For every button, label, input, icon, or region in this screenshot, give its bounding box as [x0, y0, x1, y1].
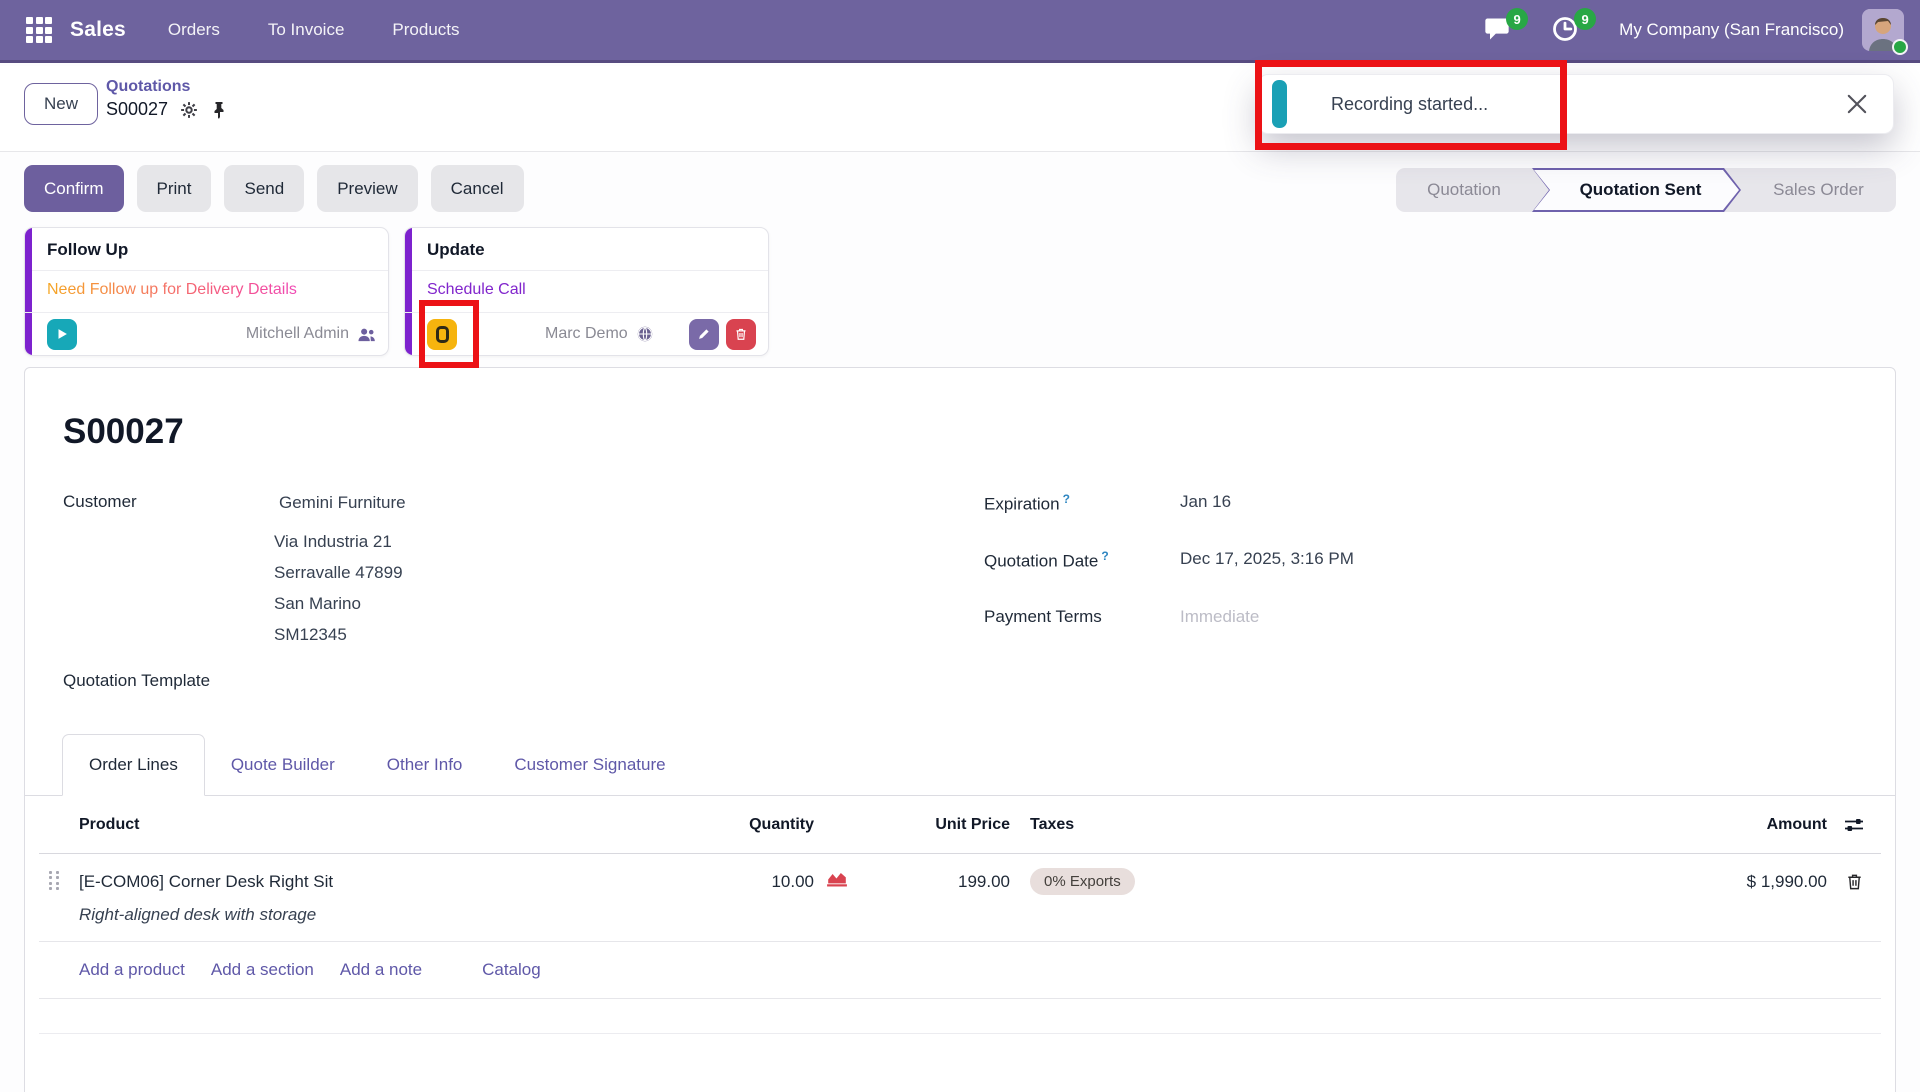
schedule-call-link[interactable]: Schedule Call: [427, 281, 768, 299]
unit-price-cell[interactable]: 199.00: [870, 872, 1010, 892]
record-button[interactable]: [427, 319, 457, 350]
toast-close-icon[interactable]: [1843, 90, 1871, 118]
activity-summary[interactable]: Need Follow up for Delivery Details: [47, 281, 388, 299]
pencil-icon: [697, 327, 711, 341]
pin-icon[interactable]: [210, 101, 228, 119]
tax-badge[interactable]: 0% Exports: [1030, 868, 1135, 895]
form-sheet: S00027 Customer Gemini Furniture Via Ind…: [24, 367, 1896, 1092]
send-button[interactable]: Send: [224, 165, 304, 212]
order-lines-table: Product Quantity Unit Price Taxes Amount: [25, 796, 1895, 1034]
quotation-date-label: Quotation Date?: [984, 549, 1180, 572]
status-step-sales-order[interactable]: Sales Order: [1741, 180, 1896, 200]
mark-done-button[interactable]: [47, 319, 77, 350]
nav-item-orders[interactable]: Orders: [168, 20, 220, 40]
add-a-note-link[interactable]: Add a note: [340, 960, 422, 980]
delete-line-icon[interactable]: [1827, 872, 1881, 891]
table-footer-links: Add a product Add a section Add a note C…: [39, 942, 1881, 999]
messages-badge: 9: [1506, 8, 1528, 30]
breadcrumb-quotations-link[interactable]: Quotations: [106, 78, 228, 96]
gear-icon[interactable]: [180, 101, 198, 119]
quotation-date-field[interactable]: Dec 17, 2025, 3:16 PM: [1180, 549, 1354, 572]
app-name[interactable]: Sales: [70, 18, 126, 42]
product-cell[interactable]: [E-COM06] Corner Desk Right Sit: [79, 872, 704, 892]
trash-icon: [734, 327, 748, 341]
activity-title: Update: [427, 240, 768, 260]
help-icon[interactable]: ?: [1063, 492, 1070, 506]
status-step-quotation[interactable]: Quotation: [1396, 180, 1532, 200]
toast-accent-bar: [1272, 80, 1287, 128]
edit-activity-button[interactable]: [689, 319, 719, 350]
screen: Sales Orders To Invoice Products 9 9 My …: [0, 0, 1920, 1092]
globe-icon: [636, 325, 654, 343]
column-unit-price: Unit Price: [870, 816, 1010, 834]
activity-card-follow-up: Follow Up Need Follow up for Delivery De…: [24, 227, 389, 356]
expiration-label: Expiration?: [984, 492, 1180, 515]
breadcrumb-current: S00027: [106, 99, 168, 120]
print-button[interactable]: Print: [137, 165, 212, 212]
activities-icon[interactable]: 9: [1551, 15, 1581, 45]
nav-item-to-invoice[interactable]: To Invoice: [268, 20, 345, 40]
payment-terms-label: Payment Terms: [984, 607, 1180, 627]
delete-activity-button[interactable]: [726, 319, 756, 350]
record-icon: [436, 326, 449, 343]
activities-badge: 9: [1574, 8, 1596, 30]
optional-columns-icon[interactable]: [1827, 817, 1881, 833]
expiration-field[interactable]: Jan 16: [1180, 492, 1231, 515]
empty-row: [39, 999, 1881, 1034]
online-status-dot: [1892, 39, 1908, 55]
play-icon: [55, 327, 69, 341]
company-switcher[interactable]: My Company (San Francisco): [1619, 20, 1844, 40]
preview-button[interactable]: Preview: [317, 165, 417, 212]
customer-name-field[interactable]: Gemini Furniture: [279, 493, 406, 513]
tab-quote-builder[interactable]: Quote Builder: [205, 734, 361, 795]
nav-item-products[interactable]: Products: [392, 20, 459, 40]
column-taxes: Taxes: [1010, 816, 1410, 834]
order-line-row: [E-COM06] Corner Desk Right Sit 10.00 19…: [39, 854, 1881, 895]
user-avatar[interactable]: [1862, 9, 1904, 51]
notebook-tabs: Order Lines Quote Builder Other Info Cus…: [25, 734, 1895, 796]
amount-cell: $ 1,990.00: [1747, 872, 1827, 892]
customer-label: Customer: [63, 492, 137, 512]
quotation-template-label: Quotation Template: [63, 671, 210, 691]
statusbar: Quotation Quotation Sent Sales Order: [1396, 168, 1896, 212]
help-icon[interactable]: ?: [1101, 549, 1108, 563]
activity-card-update: Update Schedule Call Marc Demo: [404, 227, 769, 356]
tab-customer-signature[interactable]: Customer Signature: [488, 734, 691, 795]
column-product: Product: [79, 816, 704, 834]
drag-handle[interactable]: [49, 871, 63, 893]
quantity-cell[interactable]: 10.00: [704, 872, 814, 892]
messages-icon[interactable]: 9: [1483, 15, 1513, 45]
activity-title: Follow Up: [47, 240, 388, 260]
order-reference: S00027: [63, 412, 184, 452]
cancel-button[interactable]: Cancel: [431, 165, 524, 212]
apps-menu-icon[interactable]: [26, 17, 52, 43]
column-quantity: Quantity: [704, 816, 814, 834]
breadcrumb: Quotations S00027: [106, 78, 228, 120]
assignee-name: Mitchell Admin: [246, 325, 349, 343]
top-navbar: Sales Orders To Invoice Products 9 9 My …: [0, 0, 1920, 63]
catalog-link[interactable]: Catalog: [482, 960, 541, 980]
status-step-quotation-sent[interactable]: Quotation Sent: [1532, 168, 1741, 212]
action-buttons: Confirm Print Send Preview Cancel: [24, 165, 524, 212]
tab-order-lines[interactable]: Order Lines: [62, 734, 205, 796]
assignee-name: Marc Demo: [545, 325, 628, 343]
toast-message: Recording started...: [1331, 94, 1488, 115]
add-a-product-link[interactable]: Add a product: [79, 960, 185, 980]
forecast-chart-icon[interactable]: [826, 870, 870, 893]
customer-address[interactable]: Via Industria 21 Serravalle 47899 San Ma…: [274, 526, 403, 650]
payment-terms-field[interactable]: Immediate: [1180, 607, 1259, 627]
new-button[interactable]: New: [24, 83, 98, 125]
group-icon: [357, 326, 376, 343]
toast-notification: Recording started...: [1258, 74, 1894, 134]
tab-other-info[interactable]: Other Info: [361, 734, 489, 795]
confirm-button[interactable]: Confirm: [24, 165, 124, 212]
column-amount: Amount: [1410, 816, 1827, 834]
product-description[interactable]: Right-aligned desk with storage: [79, 895, 704, 941]
add-a-section-link[interactable]: Add a section: [211, 960, 314, 980]
